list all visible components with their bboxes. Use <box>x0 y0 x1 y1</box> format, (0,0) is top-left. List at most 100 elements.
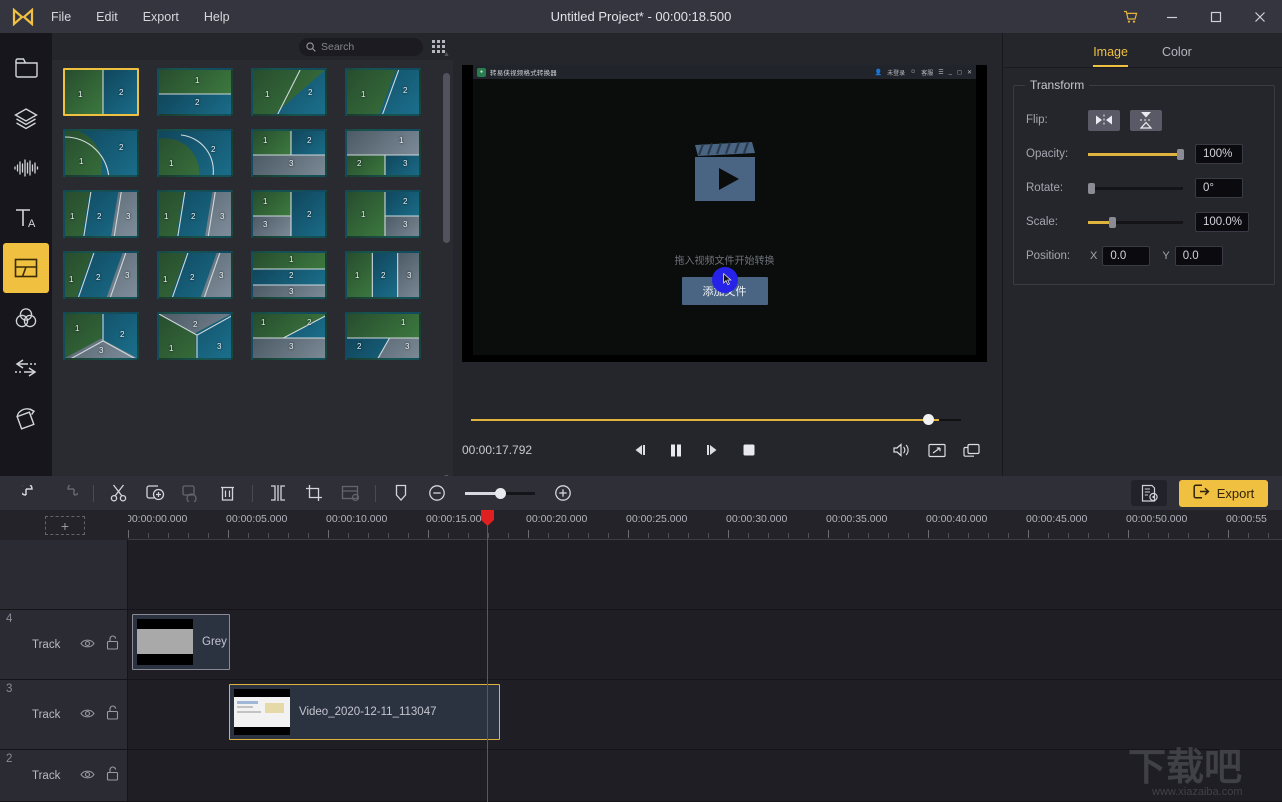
split-button[interactable] <box>260 476 296 510</box>
duplicate-button[interactable] <box>173 476 209 510</box>
library-scrollbar[interactable]: ▲ ▼ <box>443 65 450 465</box>
rotate-slider-handle[interactable] <box>1088 183 1095 194</box>
scale-slider-handle[interactable] <box>1109 217 1116 228</box>
prev-frame-icon[interactable] <box>632 443 647 457</box>
menu-export[interactable]: Export <box>140 7 182 27</box>
sidebar-item-media[interactable] <box>3 43 49 93</box>
position-x-input[interactable]: 0.0 <box>1102 246 1150 266</box>
track-header[interactable]: 3Track <box>0 680 128 749</box>
position-y-input[interactable]: 0.0 <box>1175 246 1223 266</box>
template-item[interactable]: 132 <box>251 190 345 242</box>
sidebar-item-overlay[interactable] <box>3 93 49 143</box>
next-frame-icon[interactable] <box>705 443 720 457</box>
sidebar-item-motion[interactable] <box>3 393 49 443</box>
flip-horizontal-icon[interactable] <box>1088 110 1120 131</box>
template-item[interactable]: 123 <box>63 190 157 242</box>
rotate-value[interactable]: 0° <box>1195 178 1243 198</box>
add-track-button[interactable]: + <box>45 516 85 535</box>
rotate-slider[interactable] <box>1088 187 1183 190</box>
delete-button[interactable] <box>209 476 245 510</box>
sidebar-item-filters[interactable] <box>3 293 49 343</box>
template-item[interactable]: 123 <box>63 312 157 364</box>
template-item[interactable]: 12 <box>157 129 251 181</box>
add-clip-button[interactable] <box>137 476 173 510</box>
zoom-slider[interactable] <box>465 492 535 495</box>
redo-button[interactable] <box>50 476 86 510</box>
scrollbar-thumb[interactable] <box>443 73 450 243</box>
timeline-clip[interactable]: Video_2020-12-11_113047 <box>229 684 500 740</box>
template-item[interactable]: 123 <box>251 129 345 181</box>
maximize-icon[interactable] <box>1194 0 1238 33</box>
tab-image[interactable]: Image <box>1093 45 1128 67</box>
opacity-slider-handle[interactable] <box>1177 149 1184 160</box>
preferences-button[interactable] <box>1131 480 1167 506</box>
flip-vertical-icon[interactable] <box>1130 110 1162 131</box>
close-icon[interactable] <box>1238 0 1282 33</box>
template-item[interactable]: 123 <box>345 312 439 364</box>
template-item[interactable]: 12 <box>63 68 157 120</box>
sidebar-item-text[interactable]: A <box>3 193 49 243</box>
zoom-slider-handle[interactable] <box>495 488 506 499</box>
fullscreen-icon[interactable] <box>928 443 946 458</box>
menu-edit[interactable]: Edit <box>93 7 121 27</box>
track-visibility-toggle[interactable] <box>80 706 95 724</box>
seek-bar[interactable] <box>462 411 987 429</box>
track-body[interactable] <box>128 750 1282 801</box>
template-item[interactable]: 12 <box>345 68 439 120</box>
scale-slider[interactable] <box>1088 221 1183 224</box>
opacity-slider[interactable] <box>1088 153 1183 156</box>
track-header[interactable]: 4Track <box>0 610 128 679</box>
track-lock-toggle[interactable] <box>106 766 119 786</box>
track-visibility-toggle[interactable] <box>80 767 95 785</box>
cut-button[interactable] <box>101 476 137 510</box>
sidebar-item-audio[interactable] <box>3 143 49 193</box>
track-body[interactable] <box>128 540 1282 609</box>
playhead[interactable] <box>487 510 488 802</box>
template-item[interactable]: 123 <box>251 312 345 364</box>
menu-file[interactable]: File <box>48 7 74 27</box>
scroll-up-arrow[interactable]: ▲ <box>443 51 450 58</box>
tab-color[interactable]: Color <box>1162 45 1192 67</box>
track-lock-toggle[interactable] <box>106 705 119 725</box>
template-item[interactable]: 123 <box>345 129 439 181</box>
cart-icon[interactable] <box>1110 0 1150 33</box>
seek-track[interactable] <box>471 419 961 421</box>
timeline-clip[interactable]: Grey <box>132 614 230 670</box>
track-header[interactable] <box>0 540 128 609</box>
scale-value[interactable]: 100.0% <box>1195 212 1249 232</box>
template-item[interactable]: 12 <box>251 68 345 120</box>
track-body[interactable]: Grey <box>128 610 1282 679</box>
template-item[interactable]: 123 <box>157 312 251 364</box>
template-item[interactable]: 123 <box>157 251 251 303</box>
zoom-out-button[interactable] <box>419 476 455 510</box>
track-visibility-toggle[interactable] <box>80 636 95 654</box>
pause-icon[interactable] <box>669 443 683 458</box>
opacity-value[interactable]: 100% <box>1195 144 1243 164</box>
export-button[interactable]: Export <box>1179 480 1268 507</box>
search-input[interactable] <box>321 41 416 53</box>
template-item[interactable]: 123 <box>251 251 345 303</box>
search-box[interactable] <box>299 38 423 56</box>
template-item[interactable]: 123 <box>63 251 157 303</box>
template-item[interactable]: 123 <box>345 190 439 242</box>
volume-icon[interactable] <box>892 442 911 458</box>
track-body[interactable]: Video_2020-12-11_113047 <box>128 680 1282 749</box>
pip-button[interactable] <box>332 476 368 510</box>
menu-help[interactable]: Help <box>201 7 233 27</box>
sidebar-item-split-screen[interactable] <box>3 243 49 293</box>
snapshot-icon[interactable] <box>963 443 981 458</box>
template-item[interactable]: 12 <box>157 68 251 120</box>
template-item[interactable]: 12 <box>63 129 157 181</box>
minimize-icon[interactable] <box>1150 0 1194 33</box>
sidebar-item-transitions[interactable] <box>3 343 49 393</box>
zoom-in-button[interactable] <box>545 476 581 510</box>
timeline-ruler[interactable]: 00:00:00.00000:00:05.00000:00:10.00000:0… <box>128 510 1282 540</box>
seek-handle[interactable] <box>923 414 934 425</box>
marker-button[interactable] <box>383 476 419 510</box>
stop-icon[interactable] <box>742 443 756 457</box>
template-item[interactable]: 123 <box>157 190 251 242</box>
template-item[interactable]: 123 <box>345 251 439 303</box>
undo-button[interactable] <box>14 476 50 510</box>
track-header[interactable]: 2Track <box>0 750 128 801</box>
crop-button[interactable] <box>296 476 332 510</box>
